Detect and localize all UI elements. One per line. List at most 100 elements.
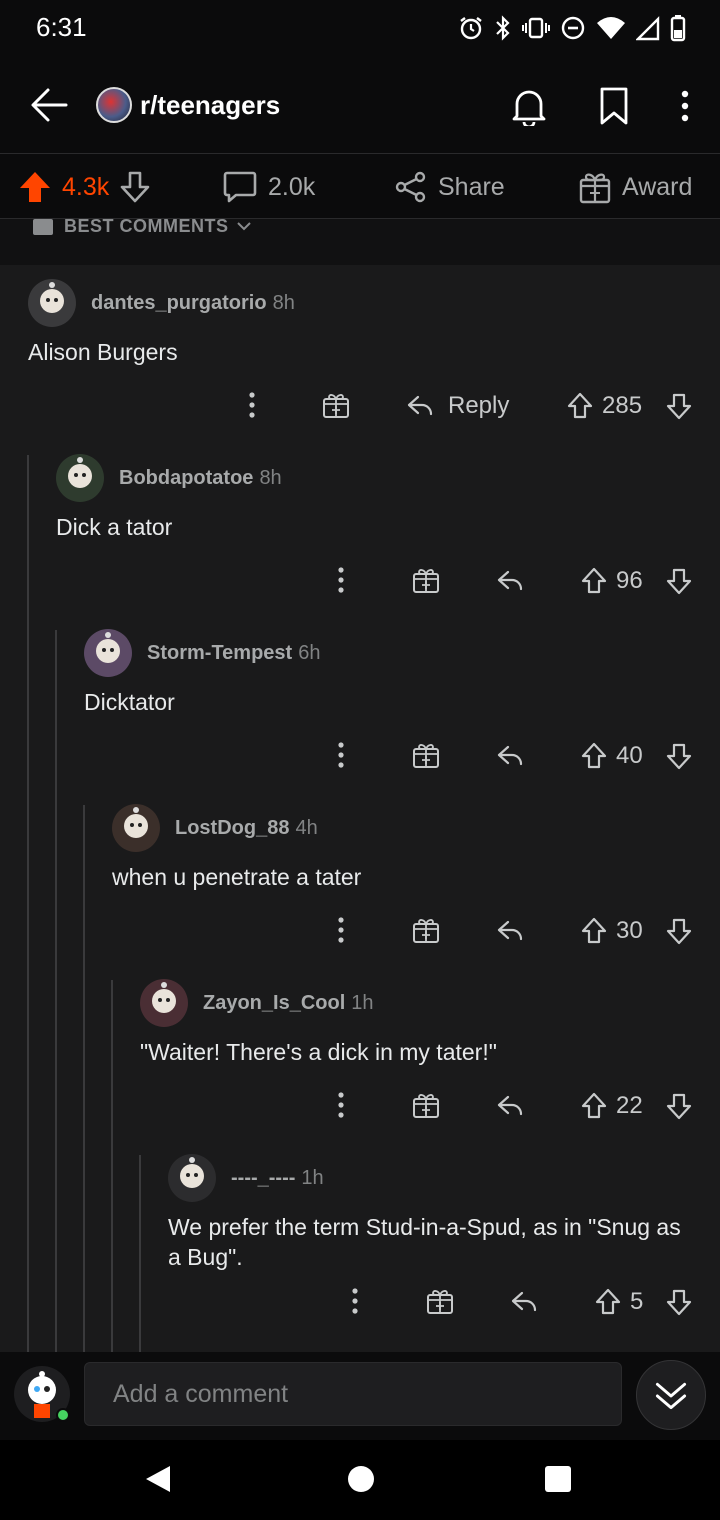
back-arrow-icon[interactable] <box>28 84 70 126</box>
comment-avatar[interactable] <box>112 804 160 852</box>
comment-body: "Waiter! There's a dick in my tater!" <box>140 1039 497 1065</box>
downvote-icon[interactable] <box>665 1288 693 1316</box>
reply-icon[interactable] <box>496 569 524 593</box>
comment-score: 5 <box>630 1288 644 1315</box>
online-indicator <box>56 1408 70 1422</box>
reply-icon[interactable] <box>510 1290 538 1314</box>
share-label: Share <box>438 172 505 201</box>
downvote-icon[interactable] <box>665 392 693 420</box>
comment-avatar[interactable] <box>28 279 76 327</box>
upvote-icon[interactable] <box>566 392 594 420</box>
upvote-icon[interactable] <box>580 917 608 945</box>
reply-icon[interactable] <box>496 1094 524 1118</box>
nav-home-icon[interactable] <box>348 1466 374 1492</box>
author-name[interactable]: LostDog_88 <box>175 817 289 839</box>
post-action-bar: 4.3k 2.0k Share Award <box>0 155 720 219</box>
downvote-icon[interactable] <box>665 567 693 595</box>
status-time: 6:31 <box>36 12 87 42</box>
comment-author[interactable]: Zayon_Is_Cool 1h <box>203 992 374 1015</box>
comment-composer: Add a comment <box>0 1352 720 1440</box>
more-options-icon[interactable] <box>349 1287 361 1315</box>
comment-avatar[interactable] <box>168 1154 216 1202</box>
reply-icon[interactable] <box>496 744 524 768</box>
upvote-icon[interactable] <box>580 1092 608 1120</box>
sort-bar[interactable]: BEST COMMENTS <box>0 219 720 265</box>
comment-author[interactable]: ----_---- 1h <box>231 1167 324 1190</box>
share-icon <box>395 171 426 203</box>
comment-body: Dick a tator <box>56 514 173 540</box>
comment: ----_---- 1h We prefer the term Stud-in-a-… <box>0 1154 720 1329</box>
award-icon[interactable] <box>412 741 440 769</box>
subreddit-name[interactable]: r/teenagers <box>140 90 280 121</box>
award-icon <box>579 173 611 204</box>
author-name[interactable]: dantes_purgatorio <box>91 292 267 314</box>
more-vert-icon[interactable] <box>672 86 698 126</box>
comments-button[interactable]: 2.0k <box>222 167 315 207</box>
comment-thread: dantes_purgatorio 8h Alison Burgers Reply 28… <box>0 265 720 1352</box>
award-button[interactable]: Award <box>578 167 692 207</box>
comment-author[interactable]: Storm-Tempest 6h <box>147 642 320 665</box>
collapse-icon[interactable] <box>636 1360 706 1430</box>
award-icon[interactable] <box>412 566 440 594</box>
award-icon[interactable] <box>426 1287 454 1315</box>
downvote-icon[interactable] <box>119 170 151 204</box>
comment-score: 22 <box>616 1092 643 1119</box>
award-icon[interactable] <box>322 391 350 419</box>
comment-body: when u penetrate a tater <box>112 864 362 890</box>
share-button[interactable]: Share <box>394 167 505 207</box>
comment-author[interactable]: LostDog_88 4h <box>175 817 318 840</box>
upvote-icon[interactable] <box>594 1288 622 1316</box>
reply-icon[interactable] <box>406 394 434 418</box>
status-icons <box>458 12 686 44</box>
comment-body: We prefer the term Stud-in-a-Spud, as in… <box>168 1214 681 1270</box>
app-header: r/teenagers <box>0 56 720 154</box>
award-icon[interactable] <box>412 916 440 944</box>
downvote-icon[interactable] <box>665 1092 693 1120</box>
comment-age: 1h <box>351 992 374 1014</box>
bell-icon[interactable] <box>510 86 548 126</box>
comment-author[interactable]: Bobdapotatoe 8h <box>119 467 282 490</box>
vibrate-icon <box>522 17 550 39</box>
comment: LostDog_88 4h when u penetrate a tater 30 <box>0 804 720 979</box>
comment-score: 30 <box>616 917 643 944</box>
author-name[interactable]: Bobdapotatoe <box>119 467 253 489</box>
system-nav-bar <box>0 1440 720 1520</box>
more-options-icon[interactable] <box>335 1091 347 1119</box>
downvote-icon[interactable] <box>665 917 693 945</box>
comment-author[interactable]: dantes_purgatorio 8h <box>91 292 295 315</box>
award-icon[interactable] <box>412 1091 440 1119</box>
upvote-icon[interactable] <box>580 567 608 595</box>
comment-body: Alison Burgers <box>28 339 178 365</box>
nav-recents-icon[interactable] <box>545 1466 571 1492</box>
comment-age: 8h <box>259 467 282 489</box>
chevron-down-icon <box>236 222 251 231</box>
nav-back-icon[interactable] <box>144 1464 172 1494</box>
award-label: Award <box>622 172 693 201</box>
comment-body: Dicktator <box>84 689 175 715</box>
more-options-icon[interactable] <box>335 566 347 594</box>
comment-avatar[interactable] <box>56 454 104 502</box>
reply-icon[interactable] <box>496 919 524 943</box>
author-name[interactable]: ----_---- <box>231 1167 295 1189</box>
comment-score: 96 <box>616 567 643 594</box>
signal-icon <box>636 16 660 41</box>
sort-label[interactable]: BEST COMMENTS <box>30 219 251 237</box>
subreddit-avatar[interactable] <box>96 87 132 123</box>
author-name[interactable]: Zayon_Is_Cool <box>203 992 345 1014</box>
upvote-icon[interactable] <box>18 170 52 204</box>
bookmark-icon[interactable] <box>598 86 630 126</box>
comment-avatar[interactable] <box>140 979 188 1027</box>
comment-age: 6h <box>298 642 321 664</box>
more-options-icon[interactable] <box>335 741 347 769</box>
more-options-icon[interactable] <box>246 391 258 419</box>
reply-button[interactable]: Reply <box>448 392 509 420</box>
add-comment-input[interactable]: Add a comment <box>84 1362 622 1426</box>
author-name[interactable]: Storm-Tempest <box>147 642 292 664</box>
comment-age: 1h <box>301 1167 324 1189</box>
bluetooth-icon <box>496 15 510 41</box>
upvote-icon[interactable] <box>580 742 608 770</box>
comment-avatar[interactable] <box>84 629 132 677</box>
post-score: 4.3k <box>62 172 110 201</box>
downvote-icon[interactable] <box>665 742 693 770</box>
more-options-icon[interactable] <box>335 916 347 944</box>
